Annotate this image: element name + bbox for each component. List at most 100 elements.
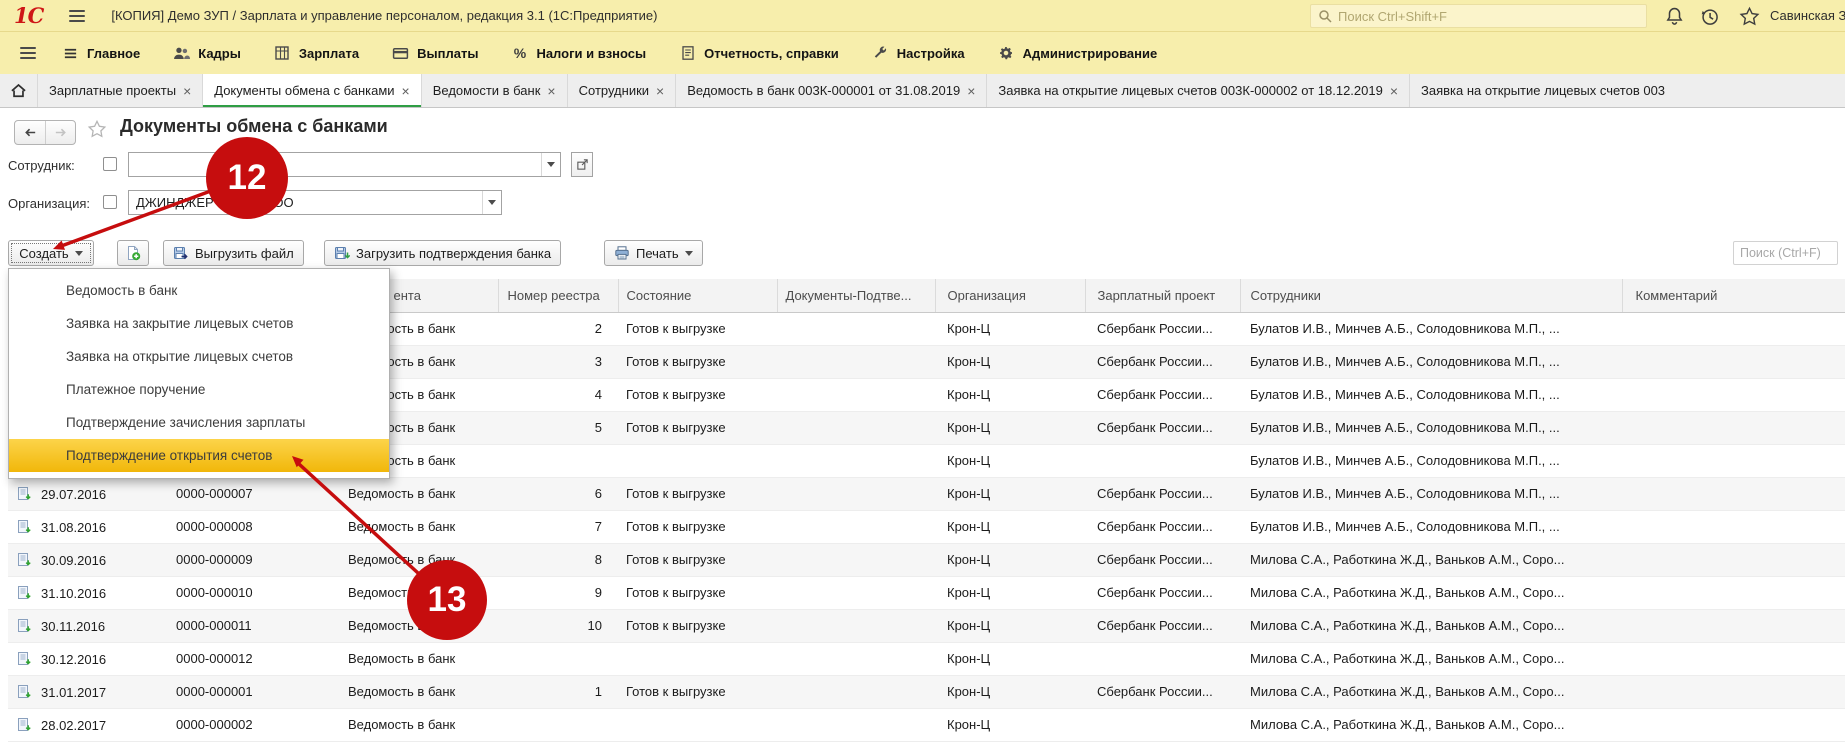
- tab-close-icon[interactable]: ×: [183, 83, 191, 99]
- menubar-item-nastroyka[interactable]: Настройка: [872, 45, 965, 62]
- home-icon[interactable]: [0, 74, 38, 107]
- tab-close-icon[interactable]: ×: [967, 83, 975, 99]
- menubar-item-main[interactable]: Главное: [62, 45, 140, 62]
- tab-close-icon[interactable]: ×: [402, 83, 410, 99]
- menubar-item-vyplaty[interactable]: Выплаты: [392, 45, 478, 62]
- menubar-item-administrirovanie[interactable]: Администрирование: [998, 45, 1158, 62]
- table-row[interactable]: 30.09.20160000-000009Ведомость в банк8Го…: [8, 543, 1845, 576]
- list-search-field[interactable]: [1733, 241, 1838, 265]
- employee-filter-input[interactable]: [129, 153, 541, 176]
- table-cell: [1622, 708, 1845, 741]
- current-user[interactable]: Савинская З: [1770, 8, 1845, 23]
- organization-filter-checkbox[interactable]: [103, 195, 117, 209]
- notifications-bell-icon[interactable]: [1664, 6, 1685, 27]
- table-cell: Милова С.А., Работкина Ж.Д., Ваньков А.М…: [1240, 642, 1622, 675]
- table-cell: Готов к выгрузке: [618, 543, 777, 576]
- list-search-input[interactable]: [1740, 246, 1831, 260]
- main-menu-icon[interactable]: [69, 7, 85, 25]
- table-row[interactable]: 30.12.20160000-000012Ведомость в банкКро…: [8, 642, 1845, 675]
- 1c-logo: 1С: [14, 3, 43, 28]
- column-header-5[interactable]: Состояние: [618, 279, 777, 312]
- table-cell: Ведомость в банк: [340, 642, 498, 675]
- column-header-4[interactable]: Номер реестра: [498, 279, 618, 312]
- menubar-items: Главное Кадры Зарплата Выплаты %Налоги и взн…: [62, 45, 1190, 62]
- new-document-button[interactable]: [117, 240, 149, 266]
- create-menu-item-2[interactable]: Заявка на закрытие лицевых счетов: [9, 307, 389, 340]
- table-cell: 1: [498, 675, 618, 708]
- table-cell: Милова С.А., Работкина Ж.Д., Ваньков А.М…: [1240, 609, 1622, 642]
- menubar-item-kadry[interactable]: Кадры: [173, 45, 241, 62]
- column-header-8[interactable]: Зарплатный проект: [1085, 279, 1240, 312]
- tab-3[interactable]: Ведомости в банк×: [422, 74, 568, 107]
- menubar-item-zarplata[interactable]: Зарплата: [274, 45, 359, 62]
- create-menu-item-1[interactable]: Ведомость в банк: [9, 274, 389, 307]
- create-menu-item-4[interactable]: Платежное поручение: [9, 373, 389, 406]
- create-menu-item-6[interactable]: Подтверждение открытия счетов: [9, 439, 389, 472]
- table-cell: [777, 675, 935, 708]
- table-cell: Крон-Ц: [935, 510, 1085, 543]
- add-to-favorites-star-icon[interactable]: [87, 119, 107, 139]
- titlebar: 1С [КОПИЯ] Демо ЗУП / Зарплата и управле…: [0, 0, 1845, 32]
- tab-6[interactable]: Заявка на открытие лицевых счетов 003К-0…: [987, 74, 1410, 107]
- column-header-10[interactable]: Комментарий: [1622, 279, 1845, 312]
- table-cell: Крон-Ц: [935, 345, 1085, 378]
- favorites-star-icon[interactable]: [1739, 6, 1760, 27]
- column-header-9[interactable]: Сотрудники: [1240, 279, 1622, 312]
- table-cell: Милова С.А., Работкина Ж.Д., Ваньков А.М…: [1240, 708, 1622, 741]
- application-window: 1С [КОПИЯ] Демо ЗУП / Зарплата и управле…: [0, 0, 1845, 744]
- tab-close-icon[interactable]: ×: [656, 83, 664, 99]
- create-button[interactable]: Создать: [8, 240, 94, 266]
- table-row[interactable]: 30.11.20160000-000011Ведомость в банк10Г…: [8, 609, 1845, 642]
- cell-text: 30.11.2016: [41, 619, 105, 634]
- annotation-step-13: 13: [407, 560, 487, 640]
- create-menu-item-3[interactable]: Заявка на открытие лицевых счетов: [9, 340, 389, 373]
- history-icon[interactable]: [1699, 6, 1720, 27]
- menubar-item-label: Отчетность, справки: [704, 46, 839, 61]
- sections-menu-icon[interactable]: [20, 44, 36, 62]
- employee-dropdown-icon[interactable]: [541, 153, 560, 176]
- employee-open-form-icon[interactable]: [571, 152, 593, 177]
- table-cell: Ведомость в банк: [340, 477, 498, 510]
- menubar-item-nalogi[interactable]: %Налоги и взносы: [511, 45, 646, 62]
- column-header-6[interactable]: Документы-Подтве...: [777, 279, 935, 312]
- table-row[interactable]: 31.01.20170000-000001Ведомость в банк1Го…: [8, 675, 1845, 708]
- tab-7[interactable]: Заявка на открытие лицевых счетов 003: [1410, 74, 1845, 107]
- table-row[interactable]: 31.10.20160000-000010Ведомость в банк9Го…: [8, 576, 1845, 609]
- cell-text: 31.01.2017: [41, 685, 106, 700]
- column-header-7[interactable]: Организация: [935, 279, 1085, 312]
- table-cell: [498, 642, 618, 675]
- menubar-item-label: Главное: [87, 46, 140, 61]
- tab-close-icon[interactable]: ×: [1390, 83, 1398, 99]
- tab-2[interactable]: Документы обмена с банками ×: [203, 74, 421, 107]
- import-confirmations-button[interactable]: Загрузить подтверждения банка: [324, 240, 561, 266]
- print-button[interactable]: Печать: [604, 240, 703, 266]
- table-cell: Готов к выгрузке: [618, 378, 777, 411]
- back-button[interactable]: [15, 121, 45, 144]
- forward-button[interactable]: [45, 121, 75, 144]
- tab-close-icon[interactable]: ×: [547, 83, 555, 99]
- organization-dropdown-icon[interactable]: [482, 191, 501, 214]
- table-cell: 7: [498, 510, 618, 543]
- export-file-button[interactable]: Выгрузить файл: [163, 240, 304, 266]
- table-cell: Крон-Ц: [935, 576, 1085, 609]
- menubar-item-otchetnost[interactable]: Отчетность, справки: [679, 45, 839, 62]
- table-cell: 30.11.2016: [8, 609, 140, 642]
- table-cell: Булатов И.В., Минчев А.Б., Солодовникова…: [1240, 411, 1622, 444]
- tab-5[interactable]: Ведомость в банк 003К-000001 от 31.08.20…: [676, 74, 987, 107]
- create-menu-item-5[interactable]: Подтверждение зачисления зарплаты: [9, 406, 389, 439]
- table-cell: Крон-Ц: [935, 312, 1085, 345]
- new-document-icon: [125, 245, 141, 261]
- employee-filter-checkbox[interactable]: [103, 157, 117, 171]
- tab-4[interactable]: Сотрудники×: [568, 74, 677, 107]
- table-row[interactable]: 31.08.20160000-000008Ведомость в банк7Го…: [8, 510, 1845, 543]
- table-cell: Крон-Ц: [935, 444, 1085, 477]
- table-cell: Готов к выгрузке: [618, 675, 777, 708]
- organization-filter-input[interactable]: [129, 191, 482, 214]
- global-search-input[interactable]: [1338, 9, 1640, 24]
- tab-1[interactable]: Зарплатные проекты×: [38, 74, 203, 107]
- table-row[interactable]: 28.02.20170000-000002Ведомость в банкКро…: [8, 708, 1845, 741]
- table-cell: [1622, 312, 1845, 345]
- table-row[interactable]: 29.07.20160000-000007Ведомость в банк6Го…: [8, 477, 1845, 510]
- global-search-field[interactable]: [1310, 4, 1647, 28]
- tab-label: Документы обмена с банками: [214, 83, 394, 98]
